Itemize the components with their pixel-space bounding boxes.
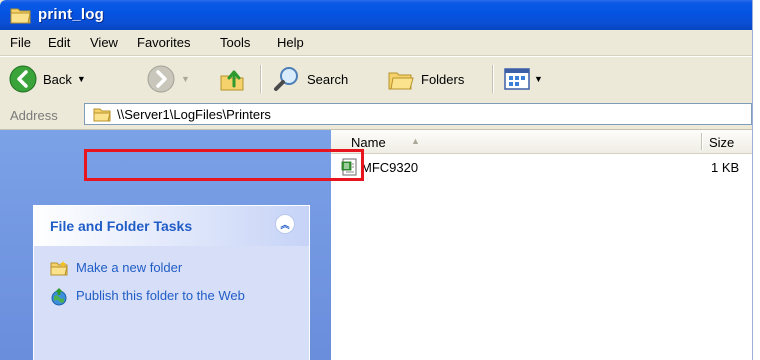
column-header-size[interactable]: Size bbox=[709, 135, 734, 150]
views-dropdown-icon[interactable]: ▼ bbox=[534, 74, 543, 84]
task-pane: File and Folder Tasks ︽ Make a new folde… bbox=[0, 130, 331, 360]
file-name: MFC9320 bbox=[361, 160, 419, 175]
column-divider[interactable] bbox=[701, 133, 703, 150]
file-folder-tasks-panel: File and Folder Tasks ︽ Make a new folde… bbox=[33, 205, 310, 360]
back-dropdown-icon[interactable]: ▼ bbox=[77, 74, 86, 84]
forward-button[interactable]: ▼ bbox=[146, 63, 190, 95]
collapse-chevron-icon[interactable]: ︽ bbox=[275, 214, 295, 234]
folder-icon bbox=[10, 8, 31, 24]
back-button[interactable]: Back ▼ bbox=[8, 63, 86, 95]
address-bar: Address \\Server1\LogFiles\Printers bbox=[0, 101, 752, 130]
folders-label: Folders bbox=[421, 71, 465, 87]
toolbar-separator bbox=[260, 65, 262, 93]
file-row[interactable]: MFC9320 1 KB bbox=[341, 158, 741, 178]
forward-arrow-icon bbox=[147, 65, 175, 93]
menu-file[interactable]: File bbox=[10, 35, 31, 50]
back-label: Back bbox=[43, 71, 72, 87]
menu-bar: File Edit View Favorites Tools Help bbox=[0, 30, 752, 56]
sort-ascending-icon: ▲ bbox=[411, 136, 420, 146]
new-folder-icon bbox=[50, 261, 68, 276]
window-title: print_log bbox=[38, 6, 104, 23]
address-label: Address bbox=[10, 108, 58, 123]
task-panel-title: File and Folder Tasks bbox=[50, 218, 193, 234]
task-make-new-folder[interactable]: Make a new folder bbox=[50, 260, 182, 276]
folders-icon bbox=[388, 72, 414, 90]
title-bar[interactable]: print_log bbox=[0, 0, 752, 30]
toolbar: Back ▼ ▼ Search Folders ▼ bbox=[0, 56, 752, 102]
menu-help[interactable]: Help bbox=[277, 35, 304, 50]
menu-view[interactable]: View bbox=[90, 35, 118, 50]
task-publish-folder[interactable]: Publish this folder to the Web bbox=[50, 288, 280, 306]
toolbar-separator bbox=[492, 65, 494, 93]
address-value: \\Server1\LogFiles\Printers bbox=[117, 107, 271, 122]
search-button[interactable]: Search bbox=[272, 63, 348, 95]
task-panel-header[interactable]: File and Folder Tasks ︽ bbox=[34, 206, 309, 246]
views-button[interactable]: ▼ bbox=[502, 63, 543, 95]
explorer-window: print_log File Edit View Favorites Tools… bbox=[0, 0, 753, 360]
text-file-icon bbox=[341, 158, 357, 176]
forward-dropdown-icon[interactable]: ▼ bbox=[181, 74, 190, 84]
up-folder-icon bbox=[220, 70, 244, 91]
views-icon bbox=[504, 68, 530, 90]
address-input[interactable]: \\Server1\LogFiles\Printers bbox=[84, 103, 752, 125]
menu-edit[interactable]: Edit bbox=[48, 35, 70, 50]
column-header-row: Name ▲ Size bbox=[331, 130, 752, 154]
file-list-pane: Name ▲ Size MFC9320 1 KB bbox=[331, 130, 752, 360]
search-magnifier-icon bbox=[274, 67, 298, 91]
back-arrow-icon bbox=[9, 65, 37, 93]
menu-tools[interactable]: Tools bbox=[220, 35, 250, 50]
column-header-name[interactable]: Name bbox=[351, 135, 386, 150]
up-button[interactable] bbox=[218, 63, 248, 95]
menu-favorites[interactable]: Favorites bbox=[137, 35, 190, 50]
folder-icon bbox=[93, 108, 111, 122]
publish-web-icon bbox=[51, 288, 67, 306]
search-label: Search bbox=[307, 71, 349, 87]
task-item-label: Publish this folder to the Web bbox=[76, 288, 245, 303]
file-size: 1 KB bbox=[711, 160, 740, 175]
task-item-label: Make a new folder bbox=[76, 260, 183, 275]
folders-button[interactable]: Folders bbox=[386, 63, 464, 95]
